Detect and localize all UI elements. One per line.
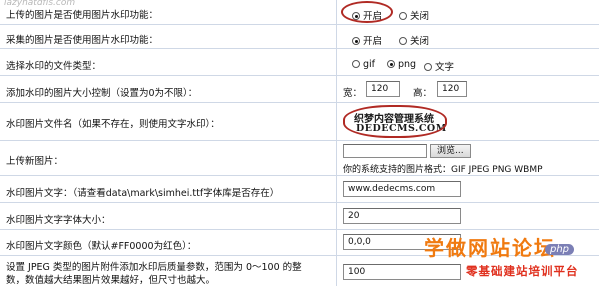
column-divider [336, 203, 337, 229]
column-divider [336, 76, 337, 102]
file-path-input[interactable] [343, 144, 427, 158]
row-watermark-text: 水印图片文字：（请查看data\mark\simhei.ttf字体库是否存在） … [0, 176, 599, 203]
browse-button[interactable]: 浏览... [430, 144, 471, 158]
radio-type-gif[interactable]: gif [352, 59, 375, 70]
watermark-settings-table: lazyhatdfls.com 上传的图片是否使用图片水印功能： 开启 关闭 采… [0, 0, 599, 286]
height-label: 高： [413, 88, 433, 99]
radio-label: 文字 [435, 62, 455, 73]
height-input[interactable]: 120 [437, 81, 467, 97]
font-size-input[interactable]: 20 [343, 208, 461, 224]
radio-collect-on[interactable]: 开启 [352, 33, 382, 47]
annotation-circle [341, 1, 393, 23]
column-divider [336, 25, 337, 48]
column-divider [336, 141, 337, 175]
radio-label: 开启 [363, 36, 383, 47]
radio-type-png[interactable]: png [387, 59, 416, 70]
row-font-size: 水印图片文字字体大小： 20 [0, 203, 599, 230]
radio-label: png [398, 59, 417, 70]
column-divider [336, 49, 337, 75]
radio-dot-selected [387, 60, 395, 68]
column-divider [336, 230, 337, 255]
width-input[interactable]: 120 [366, 81, 400, 97]
radio-dot-selected [352, 37, 360, 45]
column-divider [336, 176, 337, 202]
row-upload-new-image: 上传新图片： 浏览... 你的系统支持的图片格式：GIF JPEG PNG WB… [0, 141, 599, 176]
radio-label: 关闭 [410, 36, 430, 47]
row-label: 水印图片文字字体大小： [6, 215, 111, 226]
row-watermark-file: 水印图片文件名（如果不存在，则使用文字水印）： 织梦内容管理系统 DEDECMS… [0, 103, 599, 141]
annotation-circle [343, 105, 447, 138]
column-divider [336, 0, 337, 24]
row-collect-watermark: 采集的图片是否使用图片水印功能： 开启 关闭 [0, 25, 599, 49]
row-label: 上传的图片是否使用图片水印功能： [6, 10, 159, 21]
column-divider [336, 103, 337, 140]
radio-collect-off[interactable]: 关闭 [399, 33, 429, 47]
forum-watermark-subtitle: 零基础建站培训平台 [466, 264, 579, 278]
row-label-line2: 数，数值越大结果图片效果越好，但尺寸也越大。 [6, 275, 216, 286]
radio-dot [424, 63, 432, 71]
width-label: 宽： [343, 88, 363, 99]
jpeg-quality-input[interactable]: 100 [343, 264, 461, 280]
row-upload-watermark: lazyhatdfls.com 上传的图片是否使用图片水印功能： 开启 关闭 [0, 0, 599, 25]
forum-watermark-title: 学做网站论坛 [424, 236, 556, 260]
row-label: 添加水印的图片大小控制（设置为0为不限）： [6, 88, 198, 99]
row-watermark-type: 选择水印的文件类型： gif png 文字 [0, 49, 599, 76]
radio-dot [399, 37, 407, 45]
radio-type-text[interactable]: 文字 [424, 59, 454, 73]
row-label: 采集的图片是否使用图片水印功能： [6, 35, 159, 46]
radio-label: gif [363, 59, 376, 70]
row-label: 水印图片文件名（如果不存在，则使用文字水印）： [6, 119, 220, 130]
php-badge: php [545, 244, 575, 255]
supported-formats-hint: 你的系统支持的图片格式：GIF JPEG PNG WBMP [343, 165, 543, 175]
row-label-line1: 设置 JPEG 类型的图片附件添加水印后质量参数，范围为 0～100 的整 [6, 262, 302, 273]
radio-upload-off[interactable]: 关闭 [399, 8, 429, 22]
row-label: 上传新图片： [6, 156, 64, 167]
radio-dot [399, 12, 407, 20]
row-label: 水印图片文字颜色（默认#FF0000为红色）： [6, 241, 197, 252]
row-label: 水印图片文字：（请查看data\mark\simhei.ttf字体库是否存在） [6, 188, 280, 199]
radio-label: 关闭 [410, 11, 430, 22]
column-divider [336, 256, 337, 286]
radio-dot [352, 60, 360, 68]
row-size-limit: 添加水印的图片大小控制（设置为0为不限）： 宽： 120 高： 120 [0, 76, 599, 103]
row-label: 选择水印的文件类型： [6, 61, 102, 72]
watermark-text-input[interactable]: www.dedecms.com [343, 181, 461, 197]
